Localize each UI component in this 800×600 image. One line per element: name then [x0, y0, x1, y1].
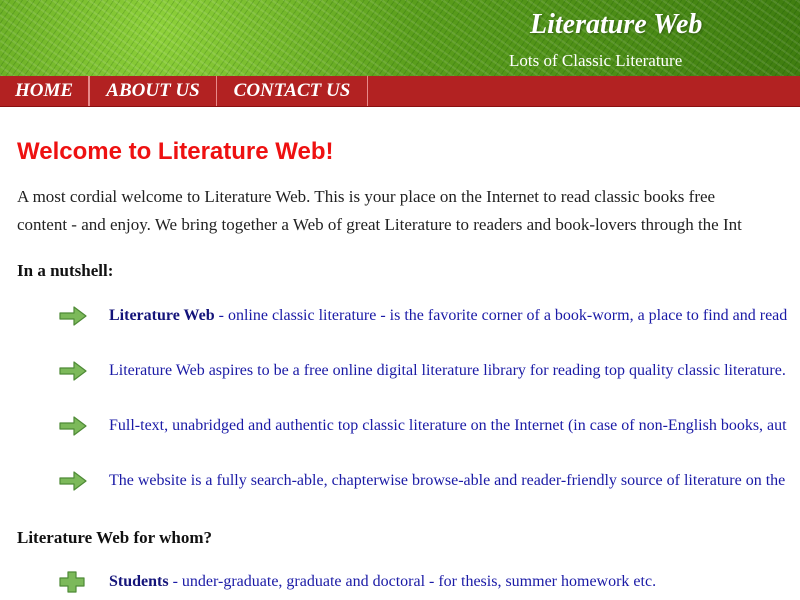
arrow-right-icon [59, 306, 87, 326]
main-nav: HOME ABOUT US CONTACT US [0, 76, 800, 106]
list-item-text: The website is a fully search-able, chap… [109, 472, 786, 489]
list-item: Full-text, unabridged and authentic top … [58, 412, 800, 440]
site-title[interactable]: Literature Web [530, 8, 790, 42]
list-item-text: Students - under-graduate, graduate and … [109, 573, 657, 590]
nav-about-link[interactable]: ABOUT US [89, 76, 217, 106]
list-item-bold[interactable]: Literature Web [109, 307, 215, 324]
list-item: Literature Web aspires to be a free onli… [58, 357, 800, 385]
site-header: Literature Web Lots of Classic Literatur… [0, 0, 800, 76]
intro-line: A most cordial welcome to Literature Web… [17, 187, 716, 206]
intro-line: content - and enjoy. We bring together a… [17, 215, 742, 234]
list-item-text: Literature Web aspires to be a free onli… [109, 362, 786, 379]
arrow-right-icon [59, 416, 87, 436]
list-item-text: Literature Web - online classic literatu… [109, 307, 788, 324]
section-heading-nutshell: In a nutshell: [17, 261, 114, 280]
nav-contact-link[interactable]: CONTACT US [216, 76, 368, 106]
nav-divider [0, 106, 800, 107]
arrow-right-icon [59, 361, 87, 381]
arrow-right-icon [59, 471, 87, 491]
list-item: The website is a fully search-able, chap… [58, 467, 800, 495]
list-item: Students - under-graduate, graduate and … [58, 568, 800, 596]
list-item-text: Full-text, unabridged and authentic top … [109, 417, 787, 434]
site-tagline: Lots of Classic Literature [509, 51, 683, 70]
section-heading-for-whom: Literature Web for whom? [17, 528, 213, 547]
intro-paragraph: A most cordial welcome to Literature Web… [17, 183, 800, 243]
page-title: Welcome to Literature Web! [17, 138, 334, 165]
nav-home-link[interactable]: HOME [0, 76, 89, 106]
plus-icon [59, 571, 85, 593]
list-item: Literature Web - online classic literatu… [58, 302, 800, 330]
list-item-bold[interactable]: Students [109, 573, 169, 590]
